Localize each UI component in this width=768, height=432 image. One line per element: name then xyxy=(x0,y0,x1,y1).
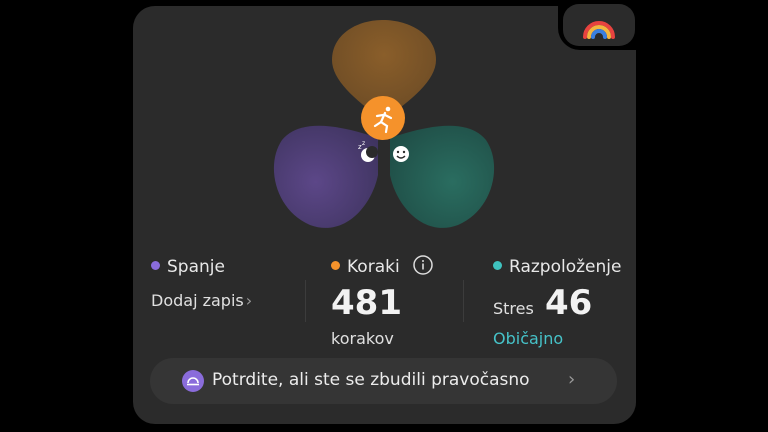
steps-value: 481 xyxy=(331,283,402,323)
sleep-section[interactable]: Spanje Dodaj zapis › xyxy=(151,257,252,310)
steps-section[interactable]: Koraki 481 korakov xyxy=(331,255,433,348)
wake-confirm-button[interactable]: Potrdite, ali ste se zbudili pravočasno … xyxy=(150,358,617,404)
stress-status: Običajno xyxy=(493,329,564,348)
chevron-right-icon: › xyxy=(568,369,576,390)
steps-unit: korakov xyxy=(331,329,394,348)
svg-text:z: z xyxy=(362,140,365,147)
steps-label: Koraki xyxy=(347,257,400,277)
add-record-link[interactable]: Dodaj zapis xyxy=(151,291,244,310)
mood-section[interactable]: Razpoloženje Stres 46 Običajno xyxy=(493,257,621,348)
sleep-label: Spanje xyxy=(167,257,225,277)
smiley-icon xyxy=(393,146,409,162)
mood-petal[interactable] xyxy=(390,125,495,228)
mood-label: Razpoloženje xyxy=(509,257,622,277)
steps-dot xyxy=(331,260,340,270)
info-icon[interactable] xyxy=(413,255,433,275)
wake-confirm-text: Potrdite, ali ste se zbudili pravočasno xyxy=(212,370,530,390)
mood-dot xyxy=(493,260,502,270)
stress-label: Stres xyxy=(493,299,534,318)
chevron-right-icon: › xyxy=(245,291,253,310)
stress-value: 46 xyxy=(544,283,593,323)
divider xyxy=(305,280,306,322)
sleep-dot xyxy=(151,260,160,270)
sunrise-icon xyxy=(182,370,204,392)
divider xyxy=(463,280,464,322)
